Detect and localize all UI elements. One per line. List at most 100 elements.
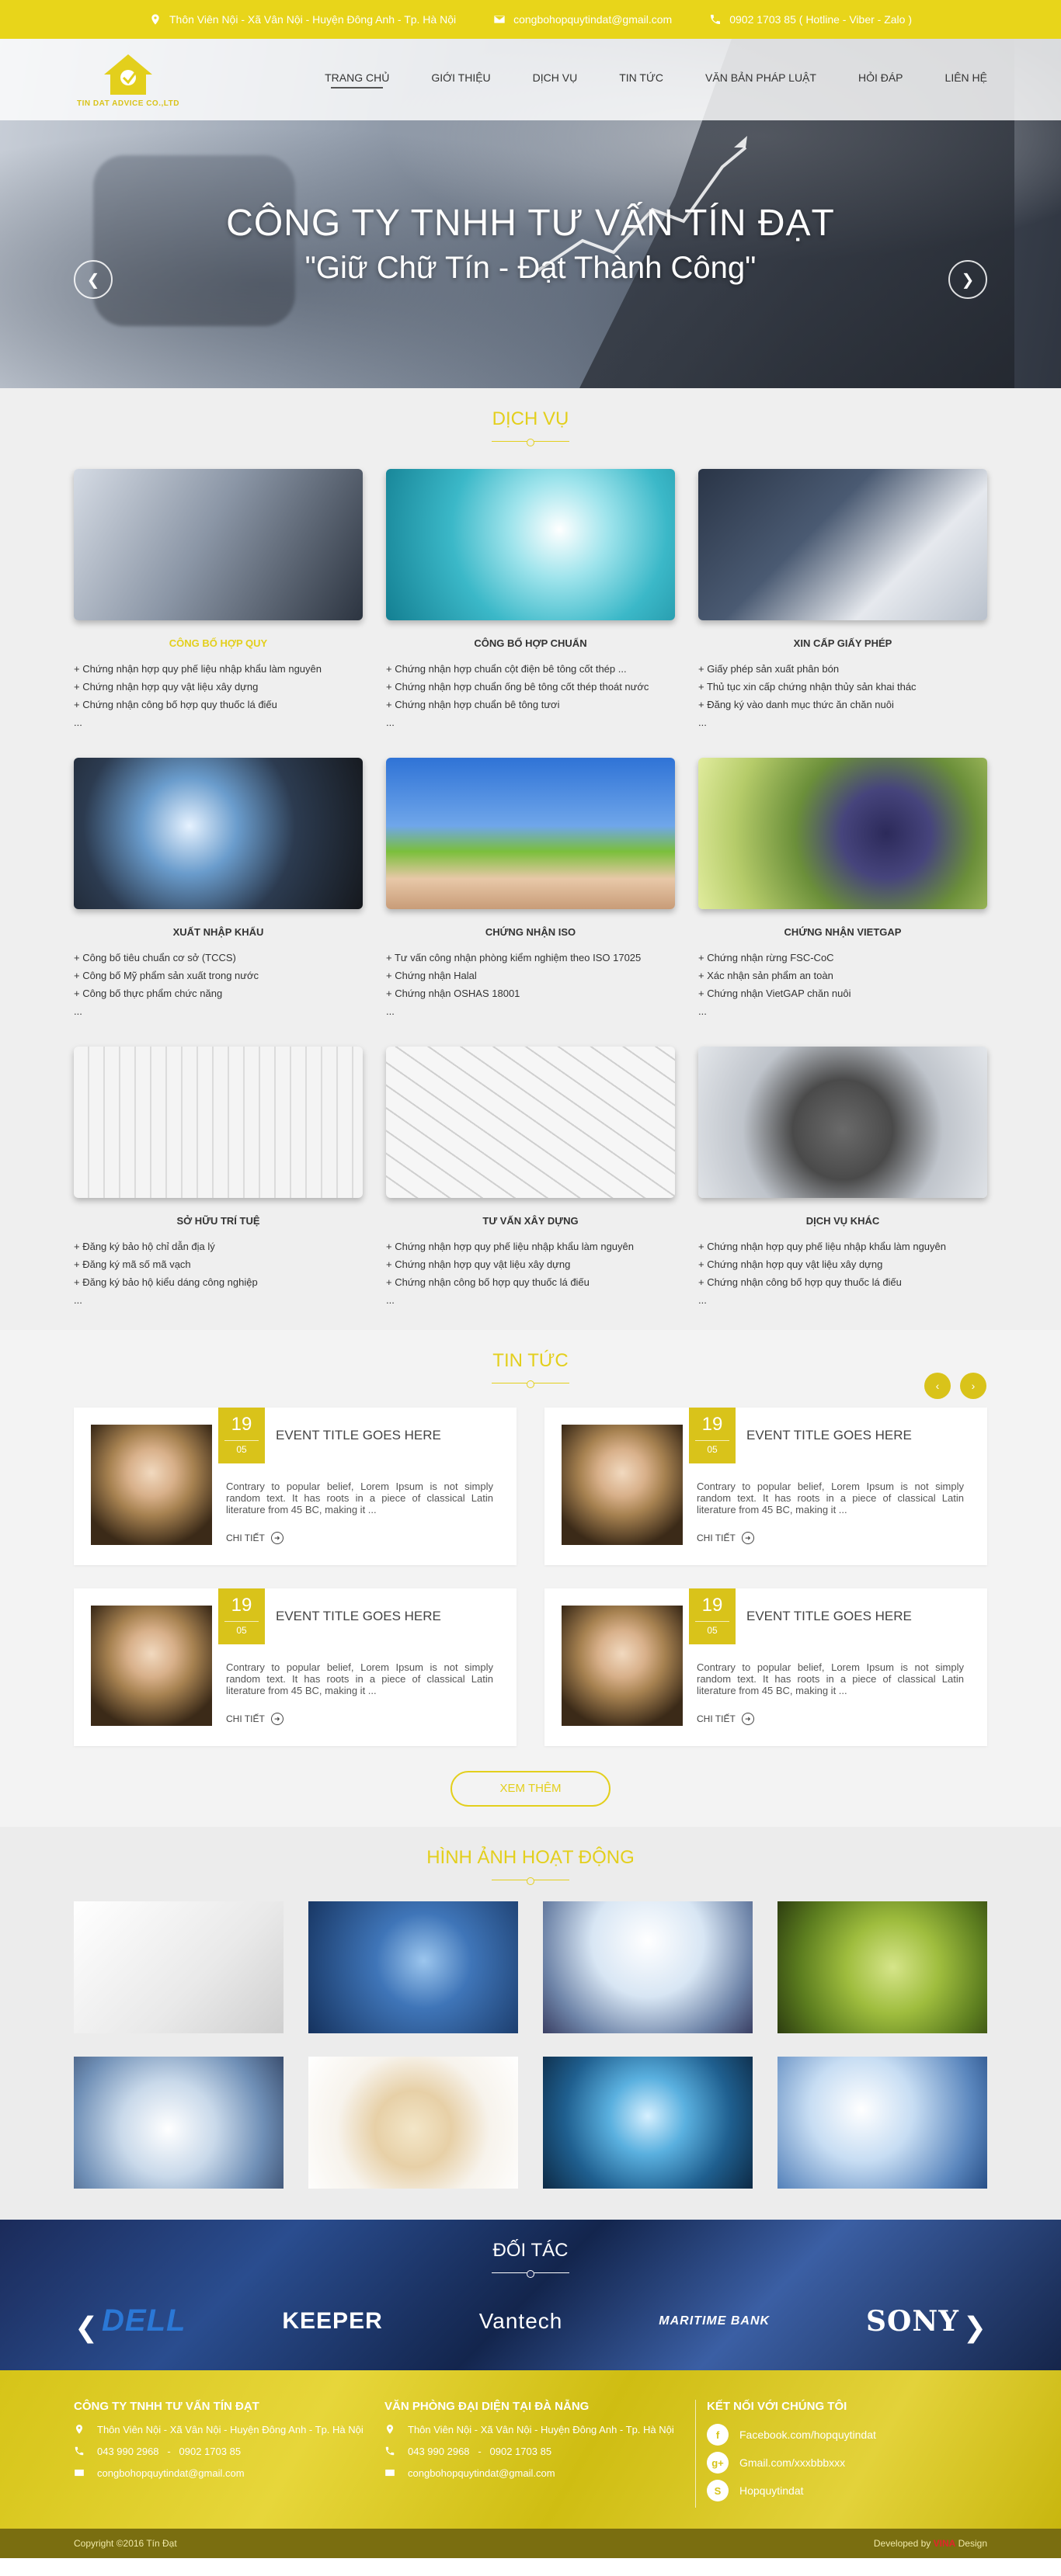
service-image[interactable]: [74, 469, 363, 620]
site-logo[interactable]: TIN DAT ADVICE CO.,LTD: [74, 51, 183, 108]
service-image[interactable]: [386, 758, 675, 909]
service-image[interactable]: [386, 469, 675, 620]
nav-item-contact[interactable]: LIÊN HỆ: [945, 71, 987, 89]
service-title[interactable]: CÔNG BỐ HỢP CHUẨN: [386, 637, 675, 649]
topbar-email[interactable]: congbohopquytindat@gmail.com: [493, 13, 672, 26]
service-card[interactable]: CÔNG BỐ HỢP QUY + Chứng nhận hợp quy phế…: [74, 469, 363, 758]
news-month: 05: [695, 1440, 729, 1455]
partners-next-button[interactable]: ❯: [963, 2311, 986, 2344]
service-title[interactable]: CÔNG BỐ HỢP QUY: [74, 637, 363, 649]
footer-gmail-text[interactable]: Gmail.com/xxxbbbxxx: [739, 2456, 845, 2469]
service-card[interactable]: CÔNG BỐ HỢP CHUẨN + Chứng nhận hợp chuẩn…: [386, 469, 675, 758]
service-card[interactable]: DỊCH VỤ KHÁC + Chứng nhận hợp quy phế li…: [698, 1047, 987, 1335]
news-read-more[interactable]: CHI TIẾT ➜: [697, 1713, 754, 1725]
partner-logo-keeper[interactable]: KEEPER: [282, 2308, 382, 2335]
footer-email-text[interactable]: congbohopquytindat@gmail.com: [97, 2467, 245, 2480]
gallery-image[interactable]: [777, 1901, 987, 2033]
news-card[interactable]: 19 05 EVENT TITLE GOES HERE Contrary to …: [74, 1408, 517, 1565]
news-title[interactable]: EVENT TITLE GOES HERE: [746, 1609, 912, 1624]
nav-item-about[interactable]: GIỚI THIỆU: [431, 71, 490, 89]
service-title[interactable]: CHỨNG NHẬN ISO: [386, 926, 675, 938]
topbar-phone-text[interactable]: 0902 1703 85 ( Hotline - Viber - Zalo ): [729, 13, 912, 26]
nav-item-services[interactable]: DỊCH VỤ: [533, 71, 578, 89]
developer-credit[interactable]: Developed by VINA Design: [874, 2538, 987, 2549]
nav-item-news[interactable]: TIN TỨC: [619, 71, 663, 89]
gallery-image[interactable]: [777, 2057, 987, 2189]
service-card[interactable]: CHỨNG NHẬN VIETGAP + Chứng nhận rừng FSC…: [698, 758, 987, 1047]
service-card[interactable]: XUẤT NHẬP KHẨU + Công bố tiêu chuẩn cơ s…: [74, 758, 363, 1047]
footer-gmail-link[interactable]: g+ Gmail.com/xxxbbbxxx: [707, 2452, 987, 2474]
hero-prev-button[interactable]: ❮: [74, 260, 113, 299]
service-title[interactable]: XUẤT NHẬP KHẨU: [74, 926, 363, 938]
read-more-label[interactable]: CHI TIẾT: [697, 1533, 736, 1543]
gallery-image[interactable]: [543, 1901, 753, 2033]
topbar-phone[interactable]: 0902 1703 85 ( Hotline - Viber - Zalo ): [709, 13, 912, 26]
service-title[interactable]: CHỨNG NHẬN VIETGAP: [698, 926, 987, 938]
service-image[interactable]: [74, 758, 363, 909]
service-title[interactable]: TƯ VẤN XÂY DỰNG: [386, 1215, 675, 1227]
news-thumbnail[interactable]: [91, 1606, 212, 1726]
news-title[interactable]: EVENT TITLE GOES HERE: [276, 1609, 441, 1624]
news-month: 05: [695, 1621, 729, 1636]
footer-skype-link[interactable]: S Hopquytindat: [707, 2480, 987, 2501]
news-read-more[interactable]: CHI TIẾT ➜: [697, 1532, 754, 1544]
partner-logo-vantech[interactable]: Vantech: [479, 2309, 563, 2334]
footer-email[interactable]: congbohopquytindat@gmail.com: [74, 2467, 384, 2481]
footer-phone-text[interactable]: 043 990 2968 - 0902 1703 85: [408, 2446, 551, 2458]
partner-logo-maritime-bank[interactable]: MARITIME BANK: [659, 2314, 770, 2328]
service-card[interactable]: TƯ VẤN XÂY DỰNG + Chứng nhận hợp quy phế…: [386, 1047, 675, 1335]
footer-email[interactable]: congbohopquytindat@gmail.com: [384, 2467, 695, 2481]
service-image[interactable]: [698, 758, 987, 909]
footer-address-text: Thôn Viên Nội - Xã Vân Nội - Huyện Đông …: [408, 2424, 674, 2435]
news-card[interactable]: 19 05 EVENT TITLE GOES HERE Contrary to …: [544, 1408, 987, 1565]
read-more-label[interactable]: CHI TIẾT: [226, 1713, 265, 1724]
footer-phone[interactable]: 043 990 2968 - 0902 1703 85: [74, 2446, 384, 2460]
footer-email-text[interactable]: congbohopquytindat@gmail.com: [408, 2467, 555, 2480]
news-title[interactable]: EVENT TITLE GOES HERE: [276, 1428, 441, 1443]
footer-facebook-link[interactable]: f Facebook.com/hopquytindat: [707, 2424, 987, 2446]
partners-prev-button[interactable]: ❮: [75, 2311, 98, 2344]
service-image[interactable]: [698, 1047, 987, 1198]
partner-logo-sony[interactable]: SONY: [866, 2305, 959, 2338]
view-more-button[interactable]: XEM THÊM: [450, 1771, 611, 1807]
news-prev-button[interactable]: ‹: [924, 1373, 951, 1399]
nav-item-legal-documents[interactable]: VĂN BẢN PHÁP LUẬT: [705, 71, 816, 89]
footer-phone-text[interactable]: 043 990 2968 - 0902 1703 85: [97, 2446, 241, 2458]
service-image[interactable]: [698, 469, 987, 620]
news-card[interactable]: 19 05 EVENT TITLE GOES HERE Contrary to …: [544, 1588, 987, 1746]
footer-facebook-text[interactable]: Facebook.com/hopquytindat: [739, 2428, 876, 2441]
gallery-image[interactable]: [74, 1901, 284, 2033]
service-title[interactable]: SỞ HỮU TRÍ TUỆ: [74, 1215, 363, 1227]
service-card[interactable]: CHỨNG NHẬN ISO + Tư vấn công nhận phòng …: [386, 758, 675, 1047]
read-more-label[interactable]: CHI TIẾT: [697, 1713, 736, 1724]
service-image[interactable]: [74, 1047, 363, 1198]
gallery-image[interactable]: [308, 2057, 518, 2189]
topbar-address-text: Thôn Viên Nội - Xã Vân Nội - Huyện Đông …: [169, 13, 457, 26]
nav-item-faq[interactable]: HỎI ĐÁP: [858, 71, 903, 89]
footer-skype-text[interactable]: Hopquytindat: [739, 2484, 804, 2497]
read-more-label[interactable]: CHI TIẾT: [226, 1533, 265, 1543]
arrow-right-circle-icon: ➜: [270, 1713, 284, 1725]
news-next-button[interactable]: ›: [960, 1373, 986, 1399]
news-thumbnail[interactable]: [562, 1606, 683, 1726]
news-read-more[interactable]: CHI TIẾT ➜: [226, 1713, 284, 1725]
news-title[interactable]: EVENT TITLE GOES HERE: [746, 1428, 912, 1443]
nav-item-home[interactable]: TRANG CHỦ: [325, 71, 389, 89]
gallery-image[interactable]: [308, 1901, 518, 2033]
gallery-image[interactable]: [543, 2057, 753, 2189]
news-thumbnail[interactable]: [562, 1425, 683, 1545]
news-thumbnail[interactable]: [91, 1425, 212, 1545]
service-title[interactable]: DỊCH VỤ KHÁC: [698, 1215, 987, 1227]
news-card[interactable]: 19 05 EVENT TITLE GOES HERE Contrary to …: [74, 1588, 517, 1746]
gallery-image[interactable]: [74, 2057, 284, 2189]
service-card[interactable]: SỞ HỮU TRÍ TUỆ + Đăng ký bảo hộ chỉ dẫn …: [74, 1047, 363, 1335]
developer-name[interactable]: VINA: [934, 2538, 956, 2549]
hero-next-button[interactable]: ❯: [948, 260, 987, 299]
service-card[interactable]: XIN CẤP GIẤY PHÉP + Giấy phép sản xuất p…: [698, 469, 987, 758]
footer-phone[interactable]: 043 990 2968 - 0902 1703 85: [384, 2446, 695, 2460]
news-read-more[interactable]: CHI TIẾT ➜: [226, 1532, 284, 1544]
service-title[interactable]: XIN CẤP GIẤY PHÉP: [698, 637, 987, 649]
service-image[interactable]: [386, 1047, 675, 1198]
partner-logo-dell[interactable]: DELL: [102, 2303, 186, 2338]
topbar-email-text[interactable]: congbohopquytindat@gmail.com: [513, 13, 672, 26]
